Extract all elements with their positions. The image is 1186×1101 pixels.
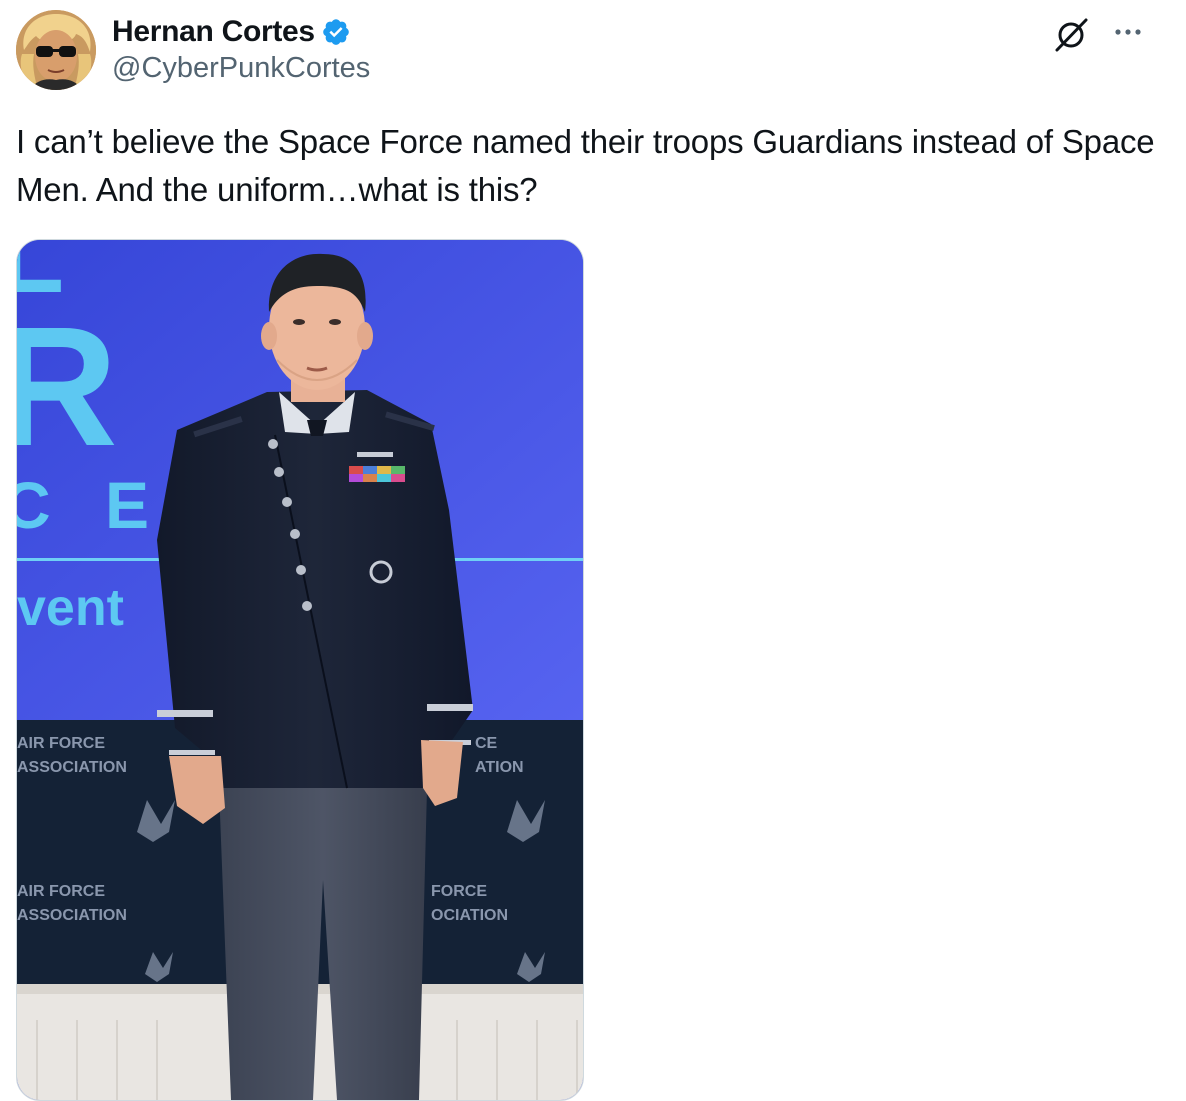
author-avatar[interactable] xyxy=(16,10,96,90)
banner-text-4: ASSOCIATION xyxy=(17,907,127,924)
author-display-name[interactable]: Hernan Cortes xyxy=(112,15,315,49)
tweet-text: I can’t believe the Space Force named th… xyxy=(16,123,1155,208)
backdrop-spaced-letters: C E xyxy=(17,468,167,542)
banner-text-1: AIR FORCE xyxy=(17,735,105,752)
author-name-row: Hernan Cortes xyxy=(112,12,351,52)
author-handle[interactable]: @CyberPunkCortes xyxy=(112,52,370,85)
banner-text-right-3: FORCE xyxy=(431,883,487,900)
backdrop-letter-r: R xyxy=(17,292,118,482)
banner-text-3: AIR FORCE xyxy=(17,883,105,900)
banner-text-right-4: OCIATION xyxy=(431,907,508,924)
jacket xyxy=(157,390,473,788)
avatar-image xyxy=(16,10,96,90)
tweet-photo[interactable]: L R C E vent AIR FORCE ASSOCIATION CE AT… xyxy=(16,239,584,1101)
more-options-icon[interactable] xyxy=(1108,14,1148,50)
backdrop-event-word: vent xyxy=(17,579,124,637)
banner-text-2: ASSOCIATION xyxy=(17,759,127,776)
photo-image: L R C E vent AIR FORCE ASSOCIATION CE AT… xyxy=(17,240,583,1100)
grok-icon[interactable] xyxy=(1052,14,1092,54)
banner-text-right-2: ATION xyxy=(475,759,524,776)
tweet: Hernan Cortes @CyberPunkCortes I can’t b… xyxy=(0,0,1186,1101)
banner-text-right-1: CE xyxy=(475,735,498,752)
verified-badge-icon[interactable] xyxy=(321,17,351,47)
